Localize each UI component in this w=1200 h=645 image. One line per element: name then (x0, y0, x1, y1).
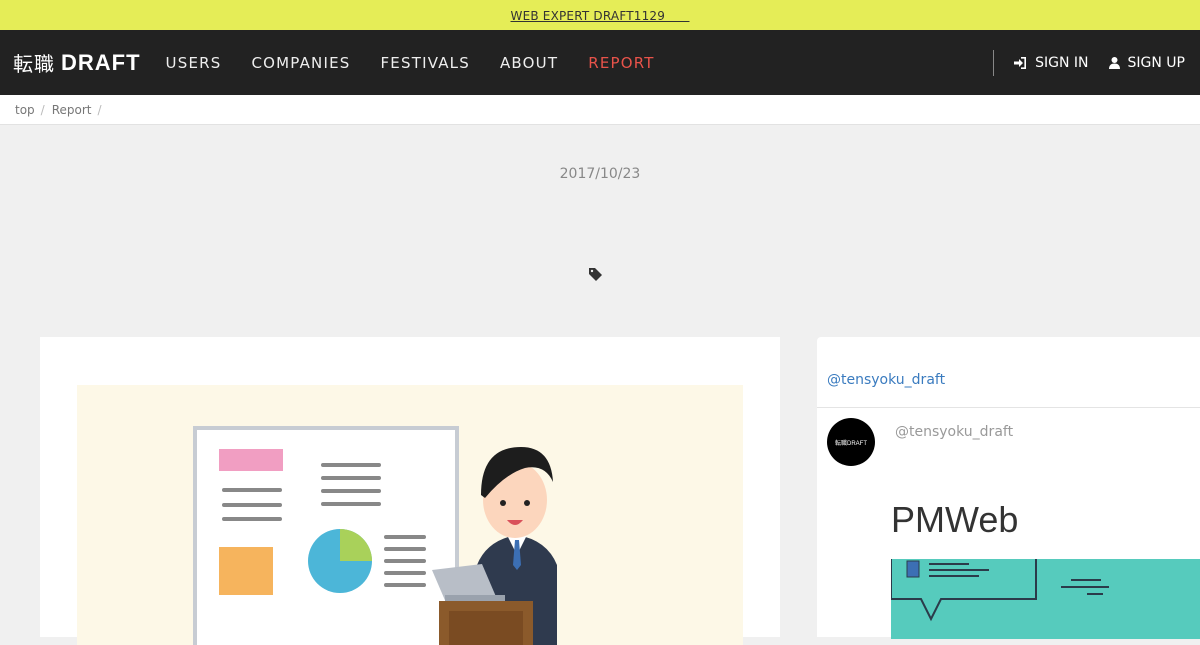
nav-users[interactable]: USERS (166, 54, 222, 72)
nav-about[interactable]: ABOUT (500, 54, 558, 72)
breadcrumb-separator: / (97, 102, 102, 117)
article-card (40, 337, 780, 645)
breadcrumb: top / Report / (0, 95, 1200, 125)
tweet-title: PMWeb (891, 499, 1019, 540)
breadcrumb-separator: / (40, 102, 45, 117)
breadcrumb-report[interactable]: Report (52, 103, 92, 117)
tweet-image[interactable] (890, 559, 1200, 639)
top-banner: WEB EXPERT DRAFT1129 (0, 0, 1200, 30)
nav-festivals[interactable]: FESTIVALS (380, 54, 469, 72)
sign-up-label: SIGN UP (1127, 54, 1185, 71)
tag-icon (589, 268, 602, 281)
presentation-illustration (193, 426, 557, 645)
article-date: 2017/10/23 (559, 166, 641, 182)
avatar[interactable]: 転職DRAFT (827, 418, 875, 466)
nav-companies[interactable]: COMPANIES (251, 54, 350, 72)
nav-report[interactable]: REPORT (588, 54, 654, 72)
auth-links: SIGN IN SIGN UP (993, 30, 1185, 95)
navbar: 転職 DRAFT USERS COMPANIES FESTIVALS ABOUT… (0, 30, 1200, 95)
sign-in-link[interactable]: SIGN IN (1014, 54, 1089, 71)
user-icon (1108, 56, 1120, 69)
nav-divider (993, 49, 995, 76)
brand-logo[interactable]: 転職 DRAFT (13, 48, 141, 77)
breadcrumb-top[interactable]: top (15, 103, 35, 117)
twitter-handle-link[interactable]: @tensyoku_draft (827, 372, 945, 388)
twitter-timeline-card: @tensyoku_draft 転職DRAFT @tensyoku_draft … (817, 337, 1200, 639)
brand-jp: 転職 (13, 52, 55, 76)
banner-link[interactable]: WEB EXPERT DRAFT1129 (511, 7, 690, 24)
sign-up-link[interactable]: SIGN UP (1108, 54, 1185, 71)
brand-en: DRAFT (61, 49, 141, 75)
article-eyecatch-image (77, 385, 743, 645)
main-nav: USERS COMPANIES FESTIVALS ABOUT REPORT (166, 54, 685, 72)
tweet-illustration (890, 559, 1109, 622)
tweet-author-handle[interactable]: @tensyoku_draft (895, 424, 1013, 440)
timeline-divider (817, 407, 1200, 408)
sign-in-label: SIGN IN (1035, 54, 1089, 71)
sign-in-icon (1014, 56, 1027, 69)
